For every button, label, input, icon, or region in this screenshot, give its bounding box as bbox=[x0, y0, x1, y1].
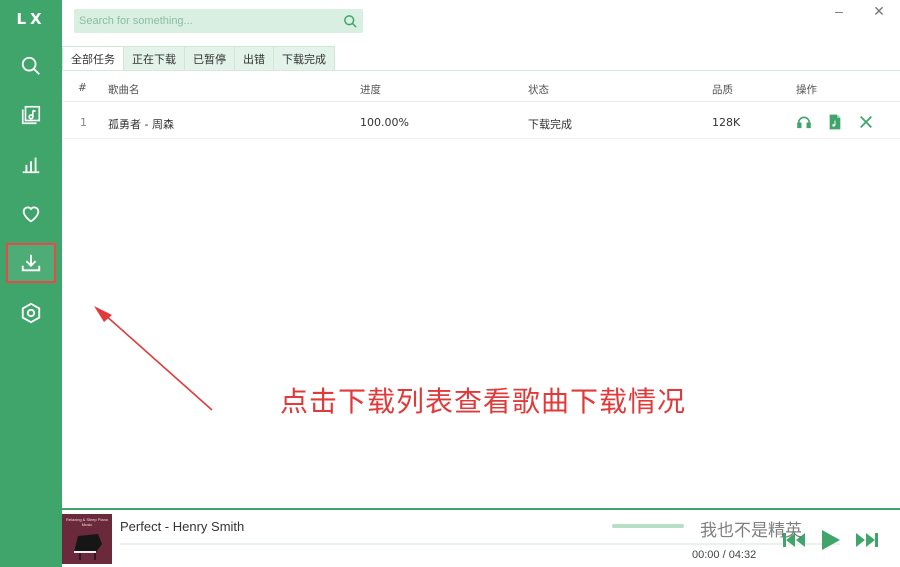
remove-button[interactable] bbox=[857, 113, 875, 131]
open-file-button[interactable] bbox=[826, 113, 844, 131]
next-icon bbox=[856, 533, 878, 547]
download-list: 1 孤勇者 - 周森 100.00% 下载完成 128K bbox=[62, 104, 900, 139]
search-input[interactable] bbox=[74, 9, 337, 33]
next-button[interactable] bbox=[853, 528, 881, 552]
column-header-quality: 品质 bbox=[712, 84, 733, 96]
app-window: LX – ✕ 全部任务 正在下载 已暂停 出错 下载完 bbox=[0, 0, 900, 567]
search-icon bbox=[343, 14, 357, 28]
chart-icon bbox=[22, 157, 40, 174]
minimize-button[interactable]: – bbox=[826, 0, 852, 22]
column-header-progress: 进度 bbox=[360, 84, 381, 96]
music-library-icon bbox=[21, 105, 41, 125]
sidebar-item-search[interactable] bbox=[6, 46, 56, 86]
headphones-icon bbox=[797, 116, 811, 129]
row-number: 1 bbox=[80, 116, 87, 129]
table-header: # 歌曲名 进度 状态 品质 操作 bbox=[62, 76, 900, 102]
download-icon bbox=[21, 254, 41, 272]
song-quality: 128K bbox=[712, 116, 741, 129]
sidebar-item-favorites[interactable] bbox=[6, 194, 56, 234]
sidebar: LX bbox=[0, 0, 62, 567]
search-button[interactable] bbox=[337, 9, 363, 33]
search-box bbox=[74, 9, 363, 33]
close-icon bbox=[860, 116, 872, 128]
tab-paused[interactable]: 已暂停 bbox=[185, 46, 235, 71]
now-playing-title: Perfect - Henry Smith bbox=[120, 519, 245, 534]
play-button[interactable] bbox=[795, 113, 813, 131]
song-name: 孤勇者 - 周森 bbox=[108, 118, 174, 131]
settings-icon bbox=[21, 302, 41, 324]
tab-error[interactable]: 出错 bbox=[235, 46, 274, 71]
tab-divider bbox=[62, 70, 900, 71]
tab-downloading[interactable]: 正在下载 bbox=[124, 46, 185, 71]
progress-bar[interactable] bbox=[120, 543, 840, 545]
piano-icon bbox=[74, 534, 102, 560]
sidebar-item-settings[interactable] bbox=[6, 293, 56, 333]
column-header-actions: 操作 bbox=[796, 84, 817, 96]
search-icon bbox=[21, 56, 40, 75]
column-header-name: 歌曲名 bbox=[108, 84, 140, 96]
close-window-button[interactable]: ✕ bbox=[866, 0, 892, 22]
music-file-icon bbox=[829, 114, 841, 130]
table-row[interactable]: 1 孤勇者 - 周森 100.00% 下载完成 128K bbox=[62, 104, 900, 139]
heart-icon bbox=[22, 206, 40, 223]
column-header-number: # bbox=[78, 82, 87, 94]
column-header-status: 状态 bbox=[528, 84, 549, 96]
sidebar-item-downloads[interactable] bbox=[6, 243, 56, 283]
tab-all[interactable]: 全部任务 bbox=[62, 46, 124, 71]
playback-time: 00:00 / 04:32 bbox=[692, 549, 757, 561]
annotation-text: 点击下载列表查看歌曲下载情况 bbox=[280, 385, 687, 418]
app-logo: LX bbox=[16, 10, 46, 28]
tab-completed[interactable]: 下载完成 bbox=[274, 46, 335, 71]
sidebar-item-charts[interactable] bbox=[6, 144, 56, 184]
sidebar-item-library[interactable] bbox=[6, 95, 56, 135]
watermark: 我也不是精英 bbox=[700, 521, 802, 541]
download-status: 下载完成 bbox=[528, 118, 572, 131]
play-pause-button[interactable] bbox=[816, 528, 844, 552]
download-tabs: 全部任务 正在下载 已暂停 出错 下载完成 bbox=[62, 46, 335, 71]
album-cover[interactable]: Relaxing & Sleep Piano Music bbox=[62, 514, 112, 564]
volume-slider[interactable] bbox=[612, 524, 684, 528]
download-progress: 100.00% bbox=[360, 116, 409, 129]
play-icon bbox=[822, 530, 840, 550]
